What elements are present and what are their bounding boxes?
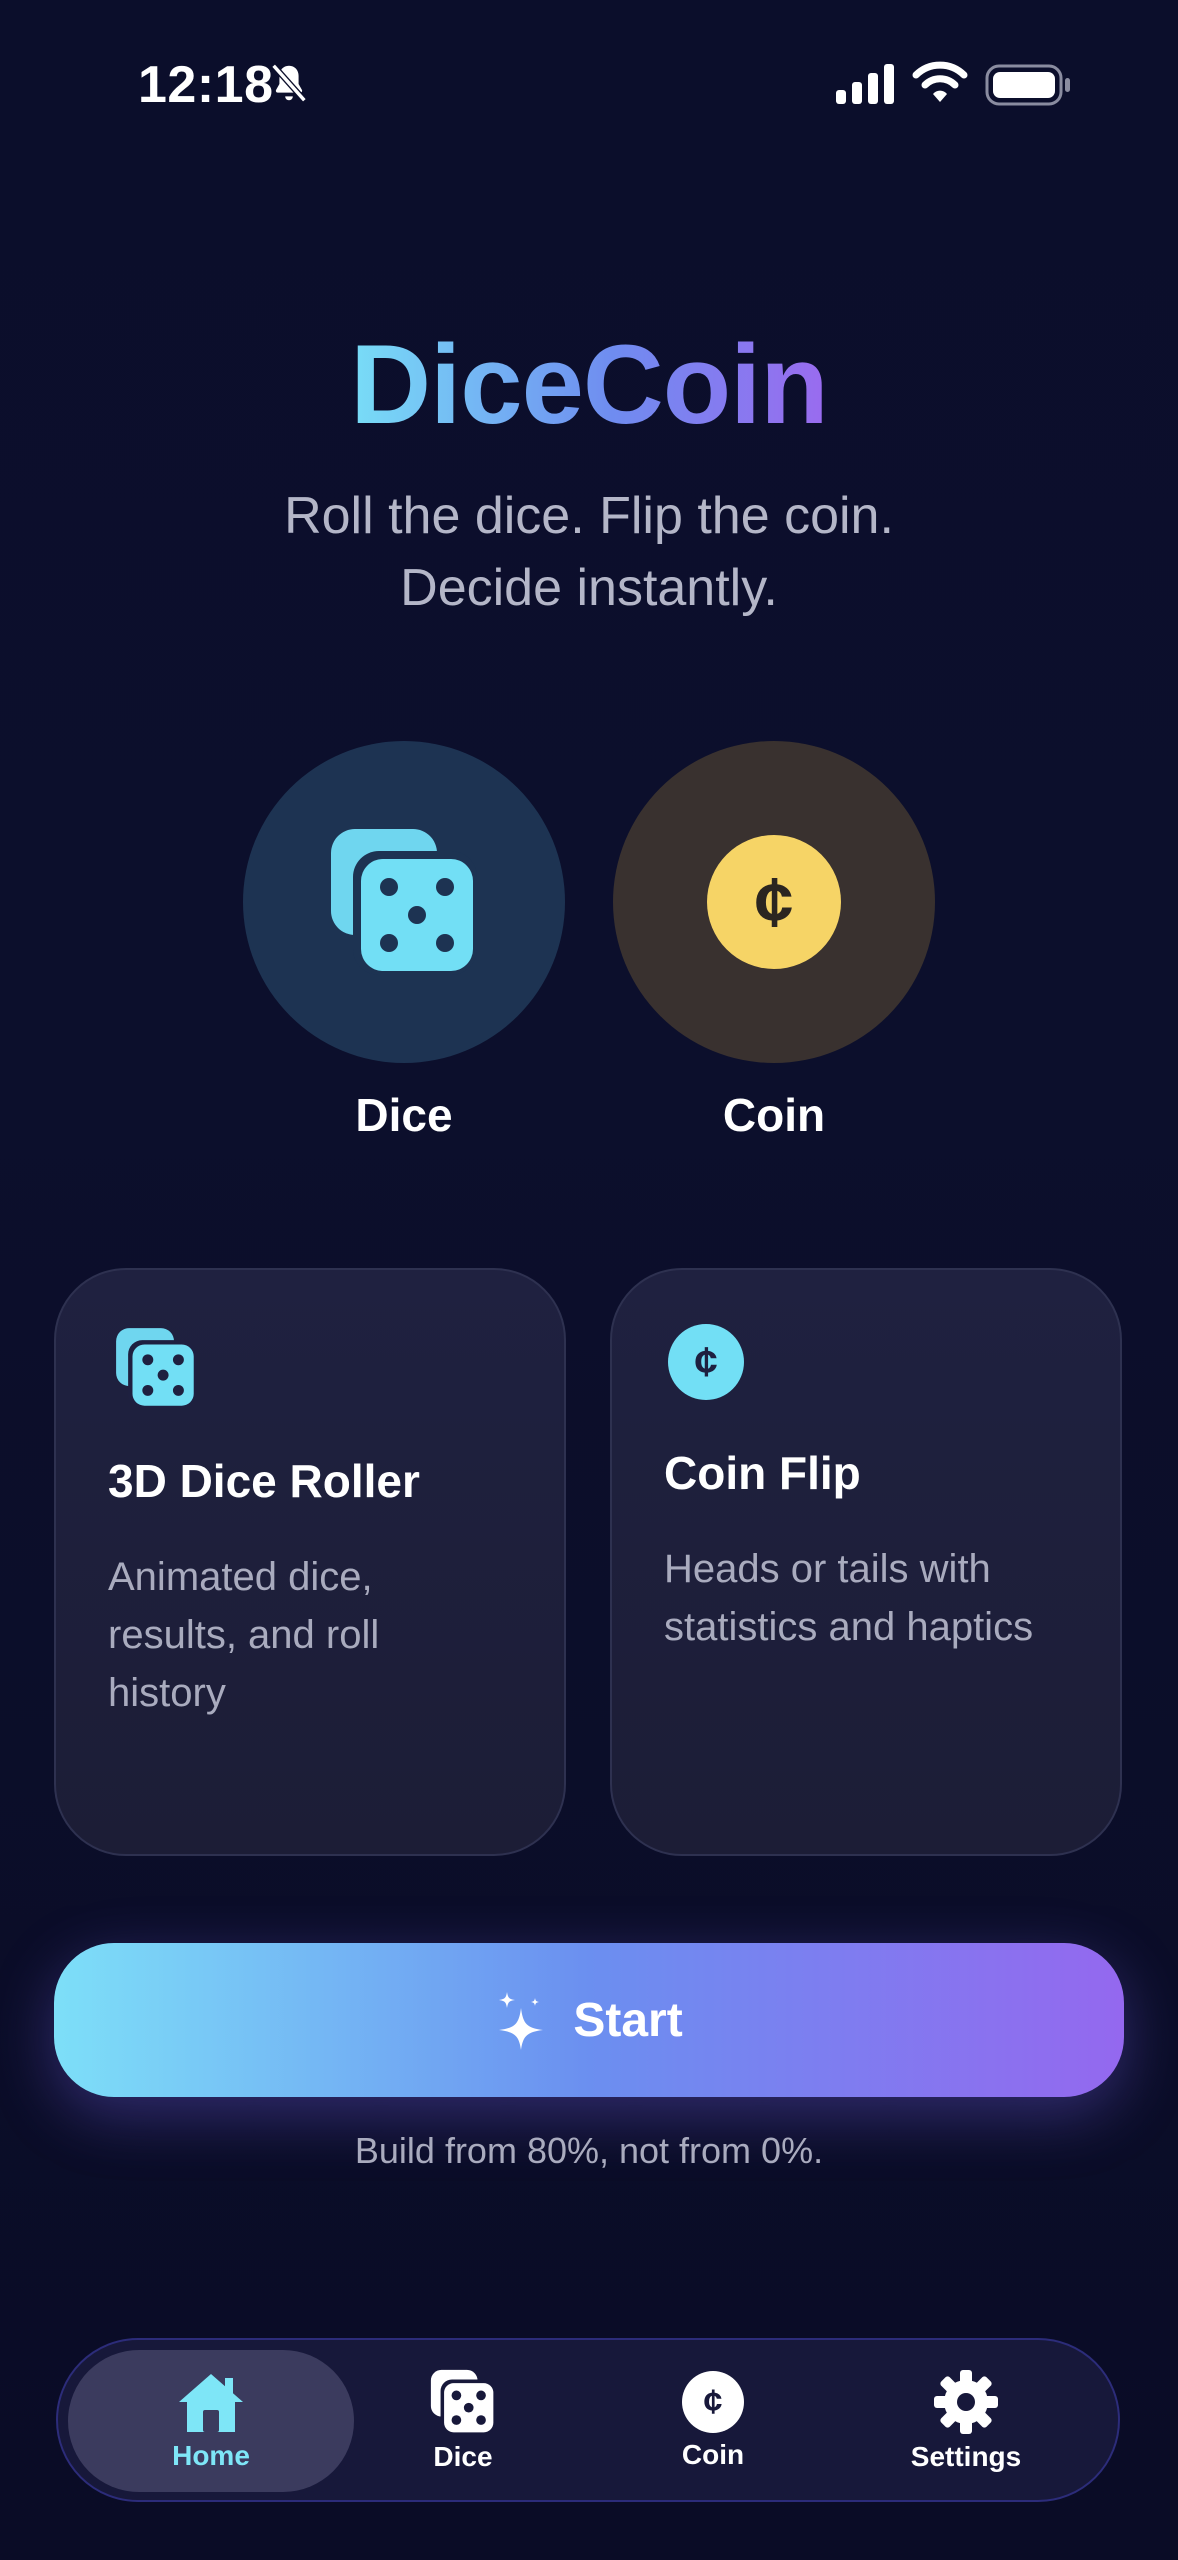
home-icon	[179, 2374, 243, 2432]
card-description: Heads or tails with statistics and hapti…	[664, 1547, 1034, 1649]
dice-roller-card[interactable]: 3D Dice Roller Animated dice, results, a…	[54, 1268, 566, 1856]
tab-home[interactable]: Home	[91, 2350, 331, 2492]
status-time: 12:18	[138, 56, 274, 114]
app-subtitle: Roll the dice. Flip the coin. Decide ins…	[284, 487, 894, 617]
dice-icon	[331, 829, 477, 975]
dice-icon	[116, 1328, 196, 1408]
tab-label: Settings	[910, 2441, 1022, 2472]
dice-mode-button[interactable]	[243, 741, 565, 1063]
card-title: 3D Dice Roller	[108, 1455, 420, 1507]
app-title: DiceCoin	[350, 322, 828, 447]
bell-off-icon	[271, 63, 307, 103]
wifi-icon	[912, 61, 968, 102]
tab-dice[interactable]: Dice	[343, 2350, 583, 2492]
start-button[interactable]: Start	[54, 1943, 1124, 2097]
tagline: Build from 80%, not from 0%.	[354, 2130, 824, 2171]
tab-coin[interactable]: ¢ Coin	[593, 2350, 833, 2492]
card-description: Animated dice, results, and roll history	[108, 1555, 380, 1715]
coin-mode-label: Coin	[722, 1089, 826, 1141]
battery-icon	[985, 64, 1070, 106]
coin-icon: ¢	[682, 2371, 744, 2433]
card-title: Coin Flip	[664, 1447, 861, 1499]
coin-mode-button[interactable]: ¢	[613, 741, 935, 1063]
coin-flip-card[interactable]: ¢ Coin Flip Heads or tails with statisti…	[610, 1268, 1122, 1856]
tab-label: Coin	[681, 2439, 745, 2470]
start-button-label: Start	[573, 1993, 683, 2047]
cellular-signal-icon	[836, 64, 894, 104]
tab-label: Home	[172, 2440, 250, 2471]
tab-settings[interactable]: Settings	[846, 2350, 1086, 2492]
dice-icon	[430, 2369, 496, 2435]
coin-icon: ¢	[707, 835, 841, 969]
sparkles-icon	[499, 1992, 544, 2050]
coin-icon: ¢	[668, 1324, 744, 1400]
gear-icon	[934, 2370, 998, 2434]
dice-mode-label: Dice	[355, 1089, 453, 1141]
tab-label: Dice	[433, 2441, 493, 2472]
